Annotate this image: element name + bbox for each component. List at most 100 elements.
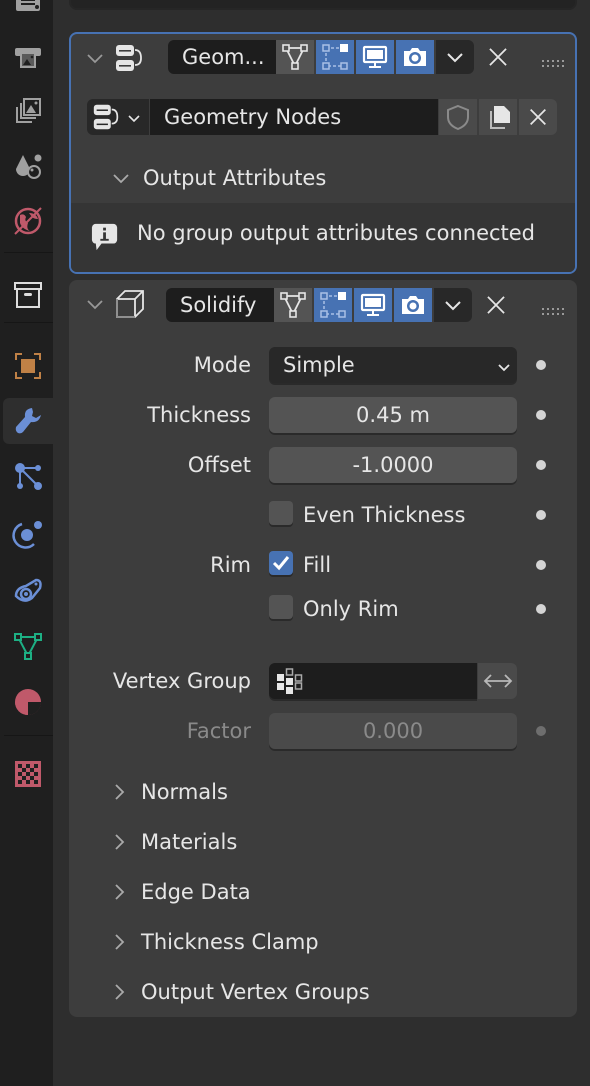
wrench-icon	[15, 408, 41, 434]
mesh-vertex-icon	[282, 44, 308, 70]
mode-label: Mode	[193, 353, 251, 377]
keyframe-dot-icon[interactable]	[536, 410, 546, 420]
output-attributes-subpanel-header[interactable]: Output Attributes	[111, 158, 326, 198]
chevron-right-icon	[115, 834, 125, 850]
modifier-name-field[interactable]: Solidify	[166, 288, 274, 322]
even-thickness-checkbox[interactable]	[269, 501, 293, 525]
checker-texture-icon	[15, 761, 41, 787]
tool-icon	[16, 0, 40, 11]
drag-handle-icon[interactable]	[541, 52, 565, 67]
node-group-name-field[interactable]: Geometry Nodes	[150, 99, 438, 135]
geometry-nodes-icon	[113, 41, 147, 75]
render-toggle[interactable]	[394, 288, 432, 322]
mesh-data-icon	[14, 633, 42, 660]
world-icon	[14, 207, 42, 235]
tab-output[interactable]	[3, 33, 53, 79]
scene-icon	[16, 154, 42, 179]
vertex-group-icon	[277, 668, 303, 694]
thickness-label: Thickness	[147, 403, 251, 427]
tab-constraints[interactable]	[3, 567, 53, 613]
tab-view-layer[interactable]	[3, 88, 53, 134]
even-thickness-label[interactable]: Even Thickness	[303, 497, 465, 533]
image-stack-icon	[16, 98, 41, 123]
viewport-toggle[interactable]	[354, 288, 392, 322]
collapse-chevron-icon[interactable]	[85, 48, 105, 68]
only-rim-label[interactable]: Only Rim	[303, 591, 399, 627]
subpanel-thickness-clamp[interactable]: Thickness Clamp	[109, 922, 319, 962]
tab-particles[interactable]	[3, 453, 53, 499]
tab-separator	[4, 735, 53, 736]
duplicate-node-group-button[interactable]	[479, 99, 517, 135]
edit-mode-cage-toggle[interactable]	[276, 40, 314, 74]
drag-handle-icon[interactable]	[541, 300, 565, 315]
vertex-group-field[interactable]	[269, 663, 477, 699]
chevron-down-icon	[447, 53, 463, 63]
tab-material[interactable]	[3, 679, 53, 725]
factor-row: Factor 0.000	[69, 713, 577, 749]
tab-scene[interactable]	[3, 143, 53, 189]
physics-icon	[12, 521, 42, 549]
even-thickness-row: Even Thickness	[69, 497, 577, 533]
subpanel-materials[interactable]: Materials	[109, 822, 237, 862]
fake-user-button[interactable]	[439, 99, 477, 135]
previous-panel-bottom	[69, 0, 577, 10]
camera-icon	[402, 296, 424, 314]
remove-modifier-button[interactable]	[483, 42, 513, 72]
keyframe-dot-icon[interactable]	[536, 604, 546, 614]
viewport-toggle[interactable]	[356, 40, 394, 74]
keyframe-dot-icon[interactable]	[536, 510, 546, 520]
render-toggle[interactable]	[396, 40, 434, 74]
shield-icon	[447, 104, 469, 131]
modifier-extras-dropdown[interactable]	[434, 288, 472, 322]
invert-vertex-group-button[interactable]	[478, 663, 517, 699]
geometry-nodes-modifier-panel: Geom... Geometry Nodes Output Attributes…	[69, 32, 577, 274]
monitor-icon	[360, 293, 386, 316]
tab-physics[interactable]	[3, 511, 53, 557]
mode-row: Mode Simple	[69, 347, 577, 383]
keyframe-dot-icon[interactable]	[536, 560, 546, 570]
geometry-nodes-icon	[93, 104, 119, 130]
keyframe-dot-icon[interactable]	[536, 726, 546, 736]
unlink-node-group-button[interactable]	[519, 99, 557, 135]
tab-data[interactable]	[3, 623, 53, 669]
modifier-name-field[interactable]: Geom...	[168, 40, 276, 74]
output-attributes-body: No group output attributes connected	[71, 203, 575, 272]
subpanel-edge-data[interactable]: Edge Data	[109, 872, 251, 912]
mesh-vertex-icon	[280, 292, 306, 318]
node-group-browse-button[interactable]	[87, 99, 149, 135]
edit-mode-toggle[interactable]	[314, 288, 352, 322]
edit-mode-cage-toggle[interactable]	[274, 288, 312, 322]
fill-label[interactable]: Fill	[303, 547, 331, 583]
checkmark-icon	[272, 556, 290, 571]
subpanel-output-vertex-groups[interactable]: Output Vertex Groups	[109, 972, 370, 1012]
chevron-down-icon	[498, 364, 510, 372]
modifier-extras-dropdown[interactable]	[436, 40, 474, 74]
tab-texture[interactable]	[3, 751, 53, 797]
tab-tool[interactable]	[3, 0, 53, 24]
printer-icon	[15, 48, 41, 68]
only-rim-checkbox[interactable]	[269, 595, 293, 619]
keyframe-dot-icon[interactable]	[536, 360, 546, 370]
only-rim-row: Only Rim	[69, 591, 577, 627]
chevron-down-icon	[445, 301, 461, 311]
vertex-group-label: Vertex Group	[112, 669, 251, 693]
tab-collection[interactable]	[3, 272, 53, 318]
chevron-down-icon	[113, 174, 129, 184]
tab-world[interactable]	[3, 198, 53, 244]
tab-object[interactable]	[3, 343, 53, 389]
tab-modifiers[interactable]	[3, 398, 53, 444]
offset-field[interactable]: -1.0000	[269, 447, 517, 483]
collapse-chevron-icon[interactable]	[85, 294, 105, 314]
rim-fill-row: Rim Fill	[69, 547, 577, 583]
factor-label: Factor	[186, 719, 251, 743]
keyframe-dot-icon[interactable]	[536, 460, 546, 470]
thickness-field[interactable]: 0.45 m	[269, 397, 517, 433]
chevron-right-icon	[115, 884, 125, 900]
offset-label: Offset	[187, 453, 251, 477]
fill-checkbox[interactable]	[269, 551, 293, 575]
edit-mode-toggle[interactable]	[316, 40, 354, 74]
subpanel-normals[interactable]: Normals	[109, 772, 228, 812]
mode-dropdown[interactable]: Simple	[269, 347, 517, 383]
factor-field[interactable]: 0.000	[269, 713, 517, 749]
remove-modifier-button[interactable]	[481, 290, 511, 320]
